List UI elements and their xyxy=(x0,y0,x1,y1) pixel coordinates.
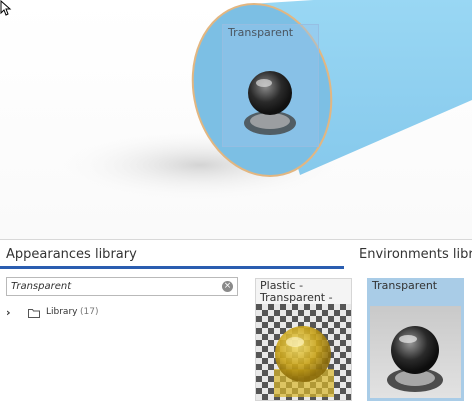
active-tab-underline xyxy=(0,266,344,269)
tree-item-label: Library xyxy=(46,307,78,317)
environments-library-tab[interactable]: Environments library xyxy=(359,247,472,262)
tile-label: Transparent xyxy=(372,279,438,292)
3d-viewport[interactable]: Transparent xyxy=(0,0,472,240)
panel-divider xyxy=(0,239,472,240)
clear-search-icon[interactable]: × xyxy=(222,281,233,292)
chrome-sphere-icon xyxy=(370,306,461,398)
yellow-plastic-sphere-icon xyxy=(256,304,351,400)
drag-preview-thumbnail: Transparent xyxy=(222,24,319,147)
chevron-right-icon[interactable]: › xyxy=(6,306,11,319)
search-box: × xyxy=(6,277,238,296)
pointer-cursor-icon xyxy=(0,0,12,16)
environment-tile-transparent[interactable]: Transparent xyxy=(367,278,464,401)
appearances-library-tab[interactable]: Appearances library xyxy=(6,247,137,262)
folder-icon xyxy=(28,309,40,318)
chrome-sphere-icon xyxy=(244,71,296,135)
drag-preview-label: Transparent xyxy=(228,26,294,39)
appearance-tile-plastic-transparent[interactable]: Plastic - Transparent - xyxy=(255,278,352,401)
tree-item-count: (17) xyxy=(80,307,99,317)
search-input[interactable] xyxy=(11,279,216,294)
tile-label: Plastic - Transparent - xyxy=(260,279,333,304)
